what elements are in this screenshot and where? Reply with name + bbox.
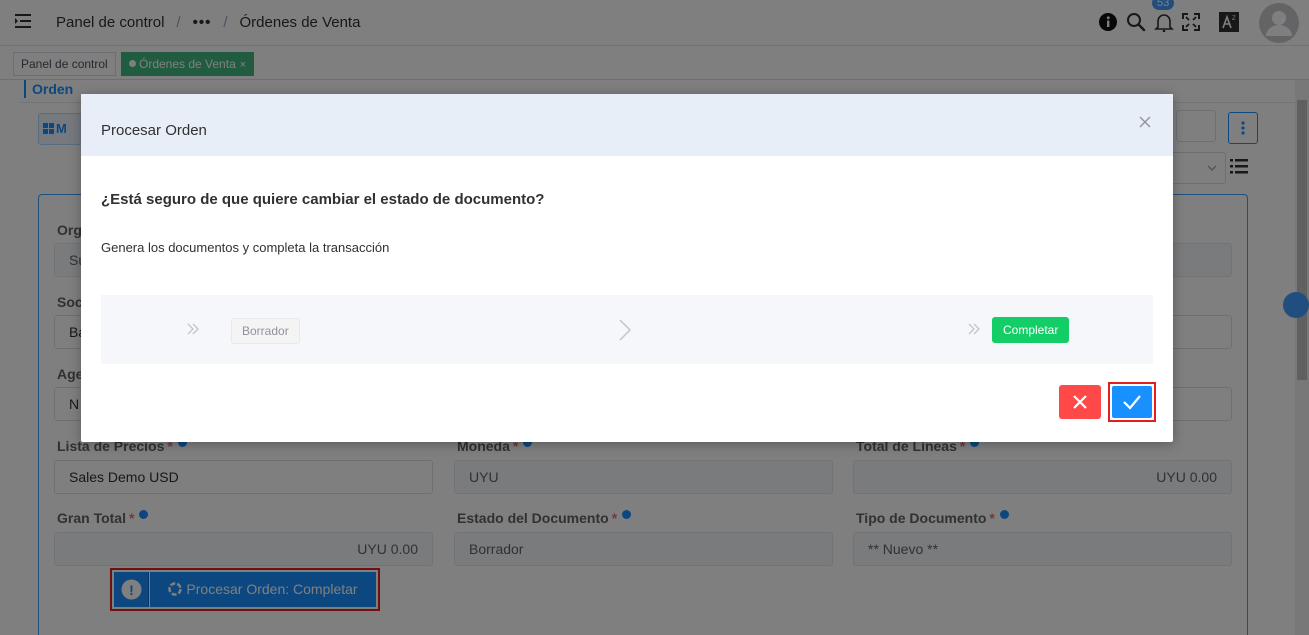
status-steps: Borrador Completar — [101, 295, 1153, 364]
confirm-button[interactable] — [1112, 386, 1152, 418]
dialog-description: Genera los documentos y completa la tran… — [101, 240, 390, 255]
double-chevron-icon — [187, 323, 199, 335]
check-icon — [1123, 395, 1141, 410]
dialog-question: ¿Está seguro de que quiere cambiar el es… — [101, 191, 545, 208]
process-order-dialog: Procesar Orden ¿Está seguro de que quier… — [81, 94, 1173, 442]
dialog-header: Procesar Orden — [81, 94, 1173, 156]
chevron-right-icon — [619, 319, 631, 341]
close-icon[interactable] — [1139, 116, 1151, 128]
cancel-button[interactable] — [1059, 385, 1101, 419]
double-chevron-icon — [968, 323, 980, 335]
close-icon — [1073, 395, 1087, 409]
dialog-title: Procesar Orden — [101, 122, 207, 139]
status-complete-tag: Completar — [992, 317, 1070, 343]
status-draft-tag: Borrador — [231, 318, 300, 344]
